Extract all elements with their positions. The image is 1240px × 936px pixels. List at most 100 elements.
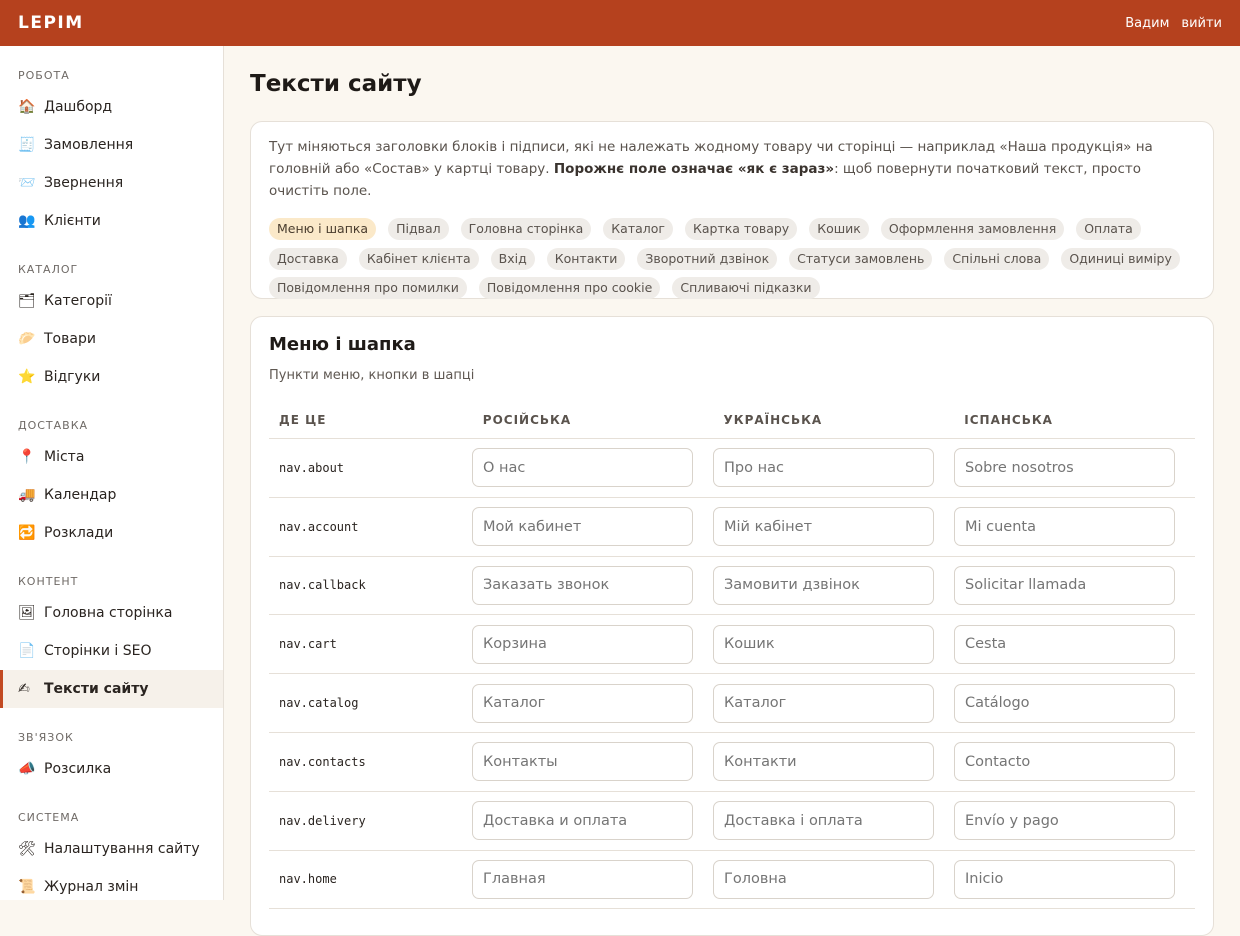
russian-text-input[interactable]	[472, 859, 693, 899]
spanish-text-input[interactable]	[954, 565, 1175, 605]
sidebar-item[interactable]: 🛠 Налаштування сайту	[0, 830, 223, 868]
page-title: Тексти сайту	[250, 71, 422, 97]
ukrainian-text-input[interactable]	[713, 565, 934, 605]
sidebar-section-title: СИСТЕМА	[18, 811, 80, 824]
sidebar-item-label: Головна сторінка	[44, 605, 173, 621]
spanish-text-input[interactable]	[954, 624, 1175, 664]
russian-text-input[interactable]	[472, 507, 693, 547]
sidebar-item[interactable]: 📄 Сторінки і SEO	[0, 632, 223, 670]
tools-icon: 🛠	[18, 841, 36, 857]
picture-icon: 🖼	[18, 605, 36, 621]
sidebar-item[interactable]: ⭐ Відгуки	[0, 358, 223, 396]
brand-logo[interactable]: LEPIM	[18, 13, 84, 33]
russian-text-input[interactable]	[472, 448, 693, 488]
sidebar-item[interactable]: 📣 Розсилка	[0, 750, 223, 788]
spanish-text-input[interactable]	[954, 801, 1175, 841]
sidebar-item-label: Категорії	[44, 293, 112, 309]
section-chip[interactable]: Статуси замовлень	[789, 247, 933, 270]
row-key: nav.delivery	[279, 813, 366, 828]
ukrainian-text-input[interactable]	[713, 507, 934, 547]
sidebar-item-label: Розсилка	[44, 761, 112, 777]
row-cell	[713, 801, 954, 841]
receipt-icon: 🧾	[18, 137, 36, 153]
section-chip[interactable]: Оплата	[1076, 218, 1141, 240]
section-chip[interactable]: Кошик	[809, 218, 869, 240]
spanish-text-input[interactable]	[954, 742, 1175, 782]
russian-text-input[interactable]	[472, 683, 693, 723]
table-row: nav.about	[269, 439, 1195, 498]
section-chip[interactable]: Головна сторінка	[460, 218, 592, 240]
section-chip[interactable]: Меню і шапка	[269, 218, 377, 240]
scroll-icon: 📜	[18, 879, 36, 895]
ukrainian-text-input[interactable]	[713, 859, 934, 899]
row-cell	[472, 448, 713, 488]
russian-text-input[interactable]	[472, 565, 693, 605]
sidebar-item[interactable]: 🏠 Дашборд	[0, 88, 223, 126]
row-cell	[472, 565, 713, 605]
row-cell	[713, 742, 954, 782]
table-row: nav.home	[269, 851, 1195, 910]
russian-text-input[interactable]	[472, 801, 693, 841]
ukrainian-text-input[interactable]	[713, 683, 934, 723]
section-chip[interactable]: Доставка	[269, 247, 347, 270]
sidebar-item[interactable]: 📨 Звернення	[0, 164, 223, 202]
russian-text-input[interactable]	[472, 624, 693, 664]
table-row: nav.account	[269, 498, 1195, 557]
section-chip[interactable]: Каталог	[603, 218, 673, 240]
sidebar-item[interactable]: 🖼 Головна сторінка	[0, 594, 223, 632]
folder-icon: 🗂	[18, 293, 36, 309]
ukrainian-text-input[interactable]	[713, 801, 934, 841]
row-cell	[713, 507, 954, 547]
sidebar-item[interactable]: 🚚 Календар	[0, 476, 223, 514]
spanish-text-input[interactable]	[954, 859, 1175, 899]
table-row: nav.contacts	[269, 733, 1195, 792]
user-name-link[interactable]: Вадим	[1125, 16, 1169, 31]
sidebar-item[interactable]: 👥 Клієнти	[0, 202, 223, 240]
logout-link[interactable]: вийти	[1181, 16, 1222, 31]
table-body: nav.about nav.account nav.callback nav.cart…	[269, 439, 1195, 910]
sidebar-item[interactable]: 🥟 Товари	[0, 320, 223, 358]
translations-card: Меню і шапка Пункти меню, кнопки в шапці…	[250, 316, 1214, 936]
section-chip[interactable]: Повідомлення про помилки	[269, 277, 467, 299]
writing-hand-icon: ✍	[18, 681, 30, 697]
sidebar-item[interactable]: 🧾 Замовлення	[0, 126, 223, 164]
sidebar-item-label: Відгуки	[44, 369, 101, 385]
sidebar-item[interactable]: 📍 Міста	[0, 438, 223, 476]
row-cell	[713, 859, 954, 899]
row-cell	[954, 565, 1195, 605]
section-chip[interactable]: Підвал	[388, 218, 449, 240]
section-chip[interactable]: Повідомлення про cookie	[478, 277, 661, 299]
russian-text-input[interactable]	[472, 742, 693, 782]
sidebar-item[interactable]: ✍ Тексти сайту	[0, 670, 223, 708]
section-chip[interactable]: Спільні слова	[944, 247, 1050, 270]
sidebar-item[interactable]: 🔁 Розклади	[0, 514, 223, 552]
dumpling-icon: 🥟	[18, 331, 36, 347]
section-chip[interactable]: Зворотний дзвінок	[637, 247, 778, 270]
spanish-text-input[interactable]	[954, 448, 1175, 488]
ukrainian-text-input[interactable]	[713, 448, 934, 488]
info-text-bold: Порожнє поле означає «як є зараз»	[553, 161, 835, 177]
spanish-text-input[interactable]	[954, 683, 1175, 723]
section-chip[interactable]: Контакти	[546, 247, 626, 270]
repeat-icon: 🔁	[18, 525, 36, 541]
section-chip[interactable]: Вхід	[490, 247, 535, 270]
sidebar-item[interactable]: 🗂 Категорії	[0, 282, 223, 320]
section-chip[interactable]: Картка товару	[684, 218, 798, 240]
sidebar-section-title: ДОСТАВКА	[18, 419, 89, 432]
section-chip[interactable]: Спливаючі підказки	[672, 277, 820, 299]
row-cell	[954, 507, 1195, 547]
truck-icon: 🚚	[18, 487, 36, 503]
table-row: nav.cart	[269, 615, 1195, 675]
section-chip[interactable]: Кабінет клієнта	[358, 247, 479, 270]
sidebar-item-label: Налаштування сайту	[44, 841, 200, 857]
row-key: nav.callback	[279, 578, 366, 593]
row-cell	[954, 742, 1195, 782]
section-chip[interactable]: Одиниці виміру	[1061, 247, 1180, 270]
sidebar-section-title: ЗВ'ЯЗОК	[18, 731, 74, 744]
ukrainian-text-input[interactable]	[713, 624, 934, 664]
row-key: nav.cart	[279, 637, 337, 652]
sidebar-item[interactable]: 📜 Журнал змін	[0, 868, 223, 900]
ukrainian-text-input[interactable]	[713, 742, 934, 782]
section-chip[interactable]: Оформлення замовлення	[880, 218, 1065, 240]
spanish-text-input[interactable]	[954, 507, 1175, 547]
